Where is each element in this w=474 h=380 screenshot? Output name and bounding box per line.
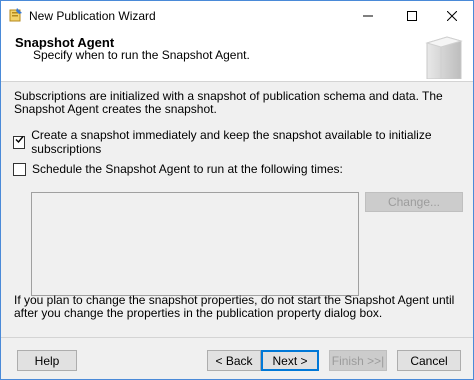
page-subtitle: Specify when to run the Snapshot Agent.	[33, 48, 250, 62]
maximize-button[interactable]	[391, 1, 433, 31]
footer-divider	[1, 337, 473, 338]
create-snapshot-label: Create a snapshot immediately and keep t…	[31, 128, 432, 156]
title-bar[interactable]: New Publication Wizard	[1, 1, 473, 31]
intro-text: Subscriptions are initialized with a sna…	[14, 89, 443, 116]
change-schedule-button[interactable]: Change...	[365, 192, 463, 212]
maximize-icon	[407, 8, 417, 24]
next-button[interactable]: Next >	[261, 350, 319, 371]
checkmark-icon	[14, 134, 25, 149]
window-title: New Publication Wizard	[29, 9, 156, 23]
minimize-button[interactable]	[347, 1, 389, 31]
wizard-content: Subscriptions are initialized with a sna…	[1, 82, 473, 337]
close-icon	[446, 8, 458, 24]
help-button[interactable]: Help	[17, 350, 77, 371]
create-snapshot-checkbox[interactable]	[13, 134, 26, 149]
wizard-window: New Publication Wizard Snapshot Agent Sp…	[0, 0, 474, 380]
schedule-listbox	[31, 192, 359, 296]
back-button[interactable]: < Back	[207, 350, 261, 371]
server-graphic-icon	[421, 33, 465, 80]
minimize-icon	[363, 8, 373, 24]
schedule-label: Schedule the Snapshot Agent to run at th…	[32, 162, 343, 176]
cancel-button[interactable]: Cancel	[397, 350, 461, 371]
finish-button[interactable]: Finish >>|	[329, 350, 387, 371]
create-snapshot-option[interactable]: Create a snapshot immediately and keep t…	[13, 128, 473, 156]
wizard-header: Snapshot Agent Specify when to run the S…	[1, 31, 473, 82]
note-text: If you plan to change the snapshot prope…	[14, 293, 455, 320]
wizard-app-icon	[9, 8, 23, 22]
close-button[interactable]	[431, 1, 473, 31]
schedule-checkbox[interactable]	[13, 162, 26, 176]
schedule-option[interactable]: Schedule the Snapshot Agent to run at th…	[13, 162, 343, 176]
